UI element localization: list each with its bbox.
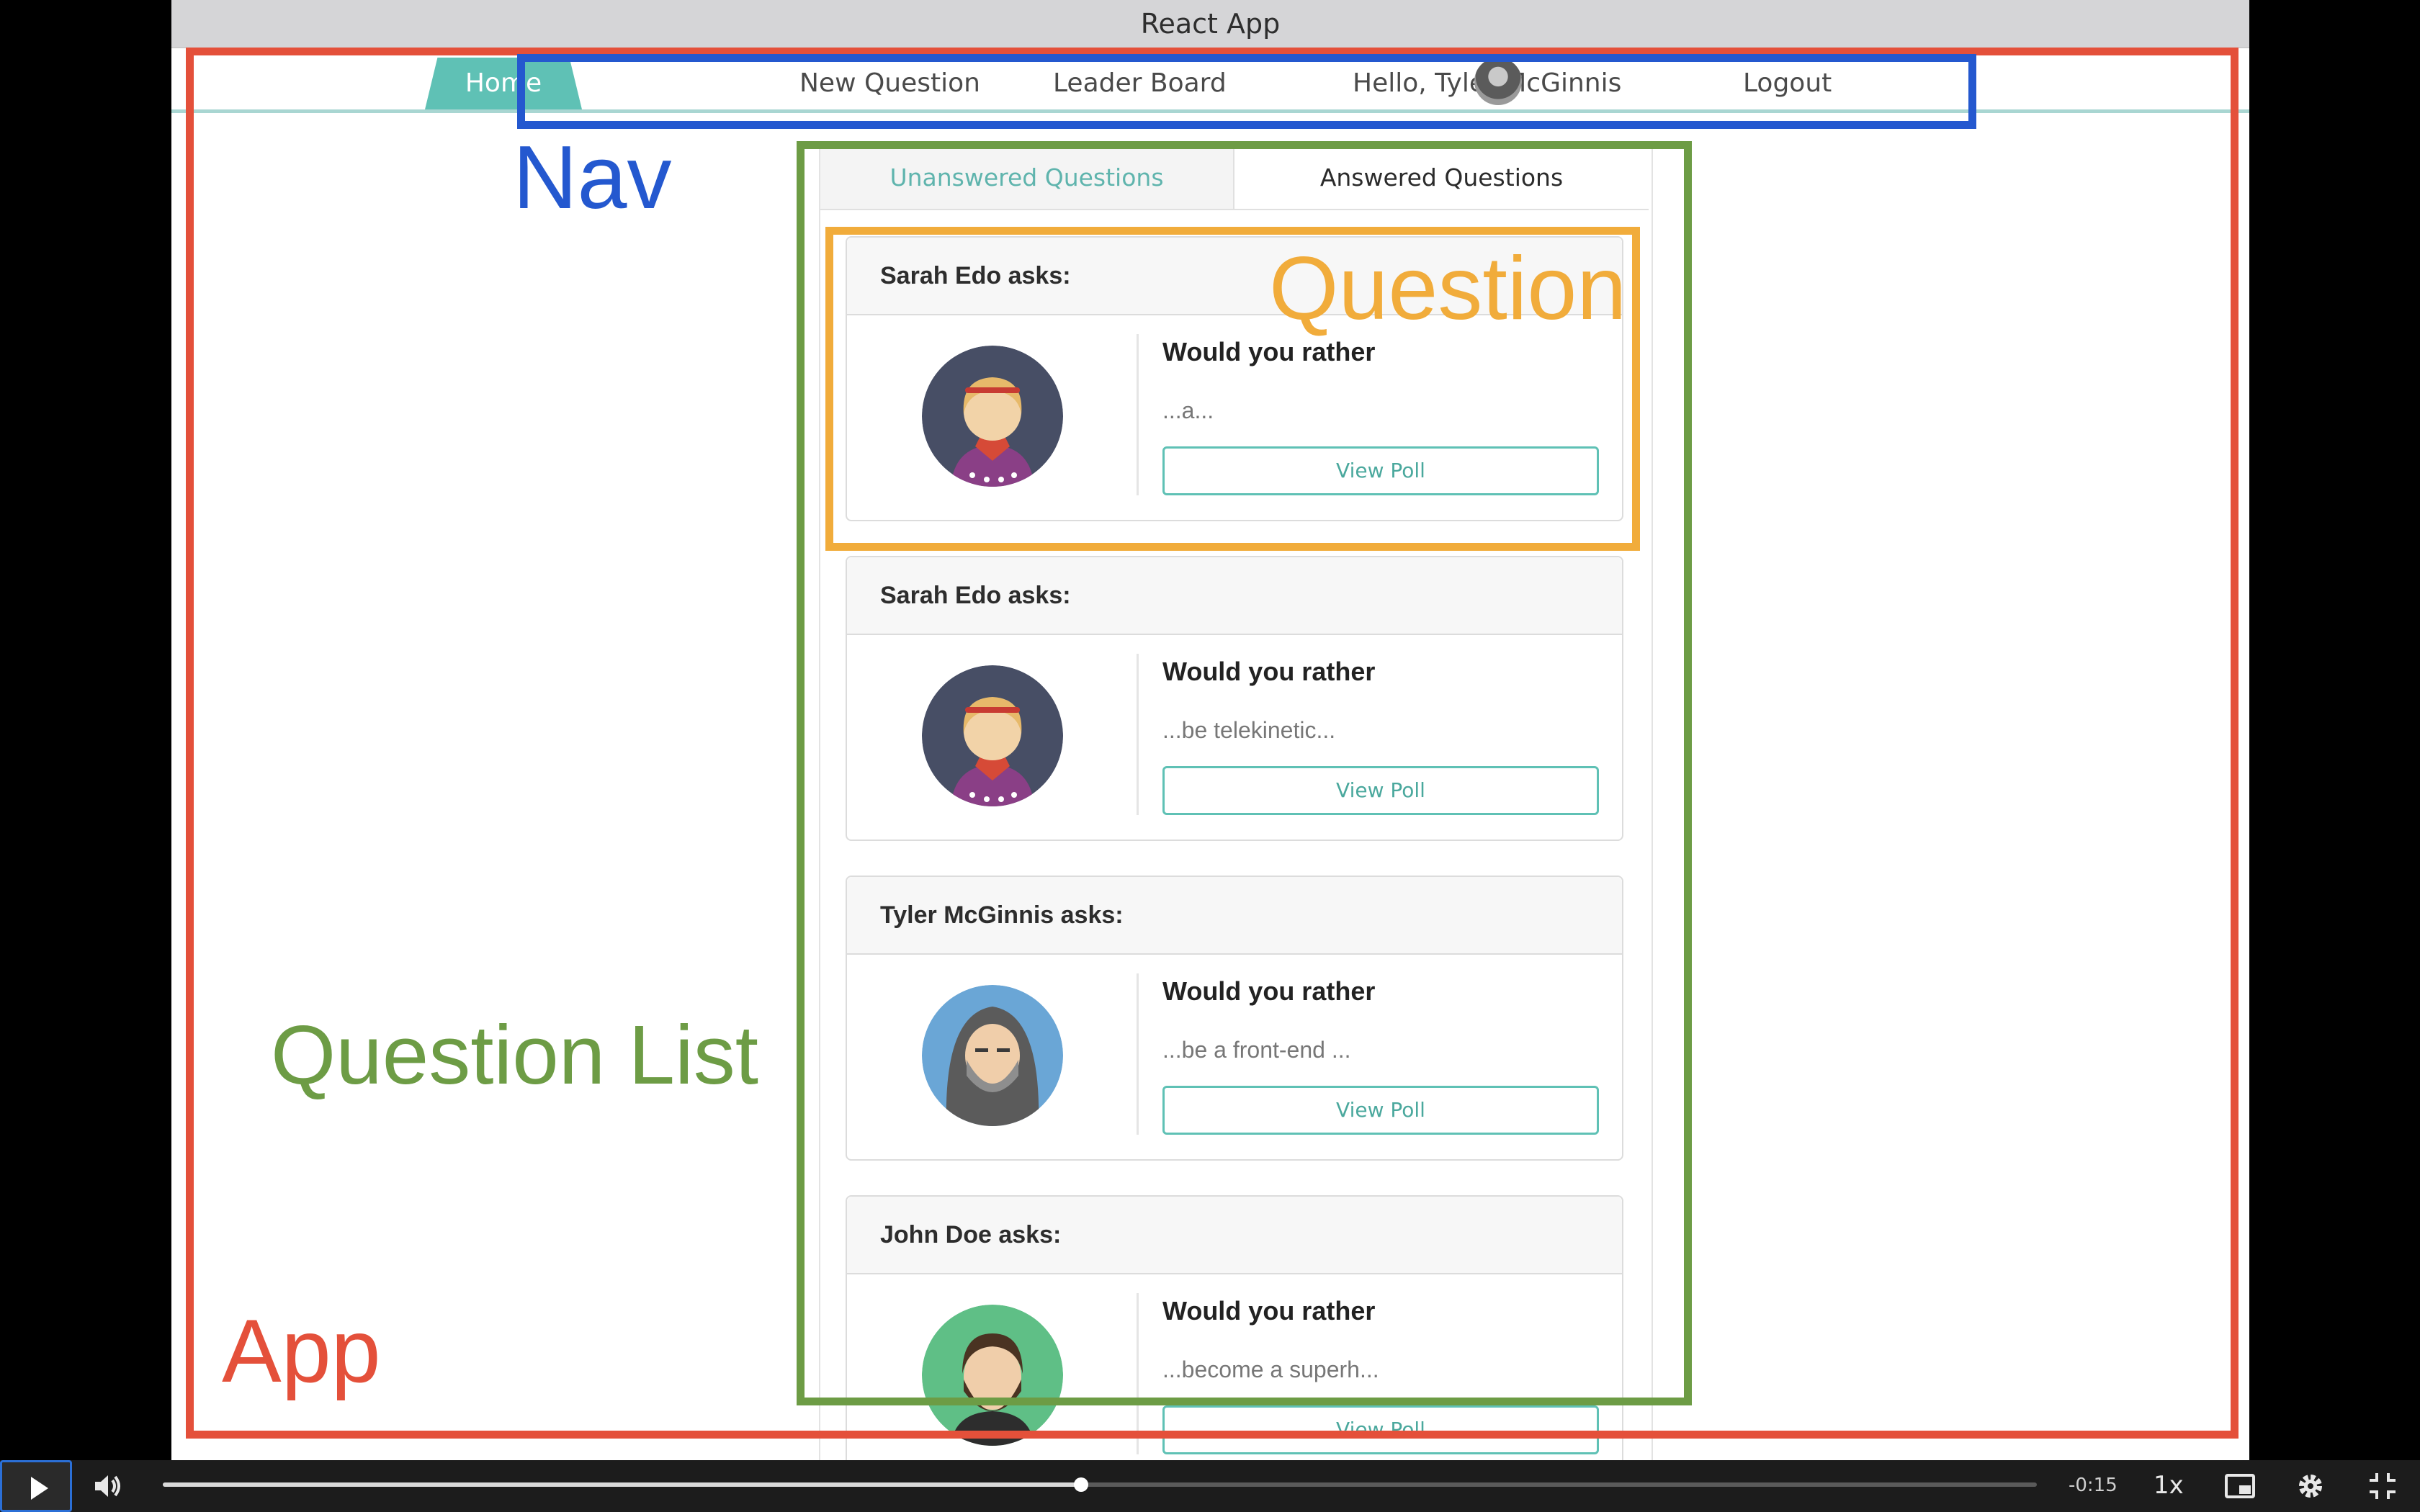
progress-scrubber[interactable] xyxy=(1073,1477,1088,1492)
volume-icon[interactable] xyxy=(92,1472,124,1500)
playback-rate-button[interactable]: 1x xyxy=(2154,1467,2184,1503)
question-annotation-label: Question xyxy=(1269,239,1627,338)
settings-gear-icon[interactable] xyxy=(2295,1470,2326,1502)
play-button[interactable] xyxy=(0,1460,72,1512)
exit-fullscreen-icon[interactable] xyxy=(2367,1470,2398,1502)
app-annotation-label: App xyxy=(222,1302,381,1401)
picture-in-picture-icon[interactable] xyxy=(2224,1470,2256,1502)
progress-track[interactable] xyxy=(163,1477,2037,1492)
progress-fill xyxy=(163,1482,1081,1487)
window-title: React App xyxy=(171,0,2249,48)
nav-annotation-box xyxy=(517,54,1976,129)
nav-annotation-label: Nav xyxy=(513,128,672,228)
time-remaining: -0:15 xyxy=(2069,1475,2118,1496)
question-list-annotation-label: Question List xyxy=(271,1008,759,1102)
